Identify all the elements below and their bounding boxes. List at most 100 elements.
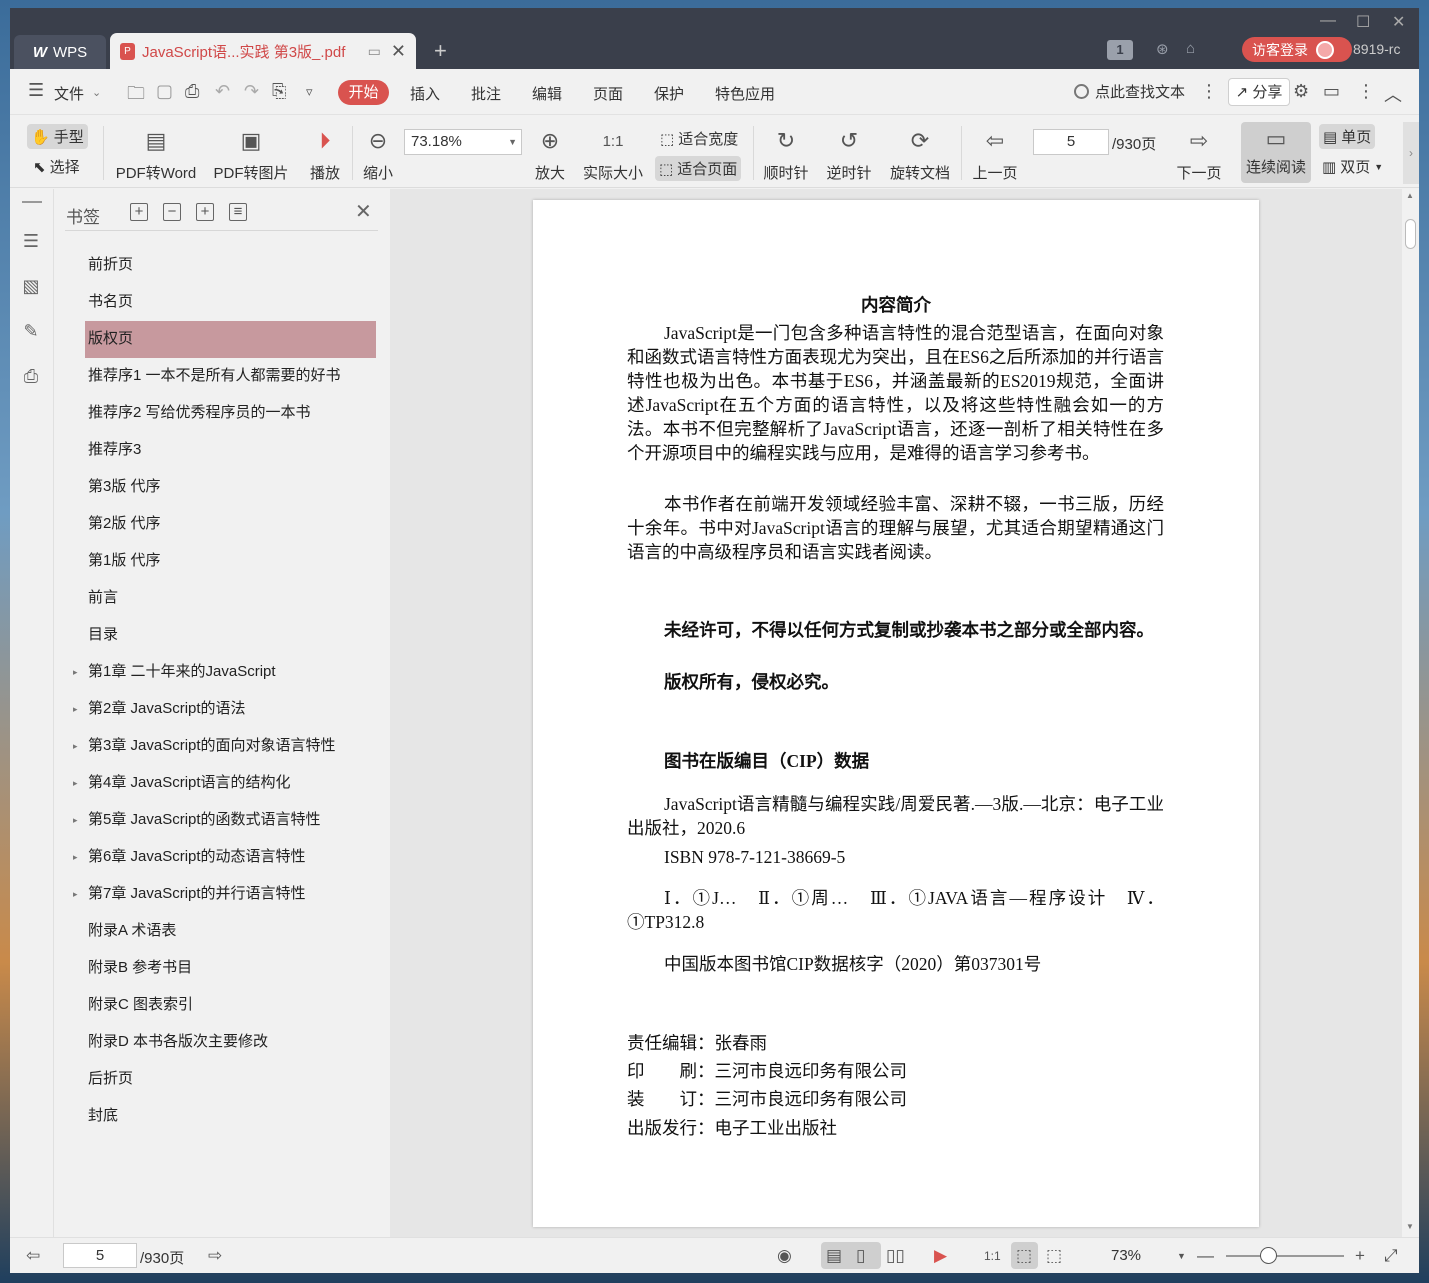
expand-all-icon[interactable]: + xyxy=(130,203,148,221)
expand-caret-icon[interactable]: ▸ xyxy=(73,654,78,690)
bookmark-item[interactable]: ▸ 第6章 JavaScript的动态语言特性 xyxy=(73,839,376,876)
more-dropdown-icon[interactable]: ▿ xyxy=(306,84,313,100)
zoom-level-select[interactable]: 73.18% ▼ xyxy=(404,129,522,155)
menu-file[interactable]: 文件 xyxy=(54,83,84,104)
arrow-left-icon[interactable]: ⇦ xyxy=(26,1246,40,1266)
zoom-slider-knob[interactable] xyxy=(1260,1247,1277,1264)
zoom-in-button[interactable]: ⊕ 放大 xyxy=(532,124,568,183)
save-icon[interactable]: ▢ xyxy=(156,81,173,102)
scroll-up-icon[interactable]: ▲ xyxy=(1406,191,1414,200)
bookmark-item[interactable]: 书名页 xyxy=(85,284,376,321)
bookmark-item[interactable]: ▸ 第4章 JavaScript语言的结构化 xyxy=(73,765,376,802)
bookmark-item[interactable]: 附录A 术语表 xyxy=(85,913,376,950)
add-bookmark-icon[interactable]: + xyxy=(196,203,214,221)
menu-page[interactable]: 页面 xyxy=(593,83,623,104)
double-page-button[interactable]: ▥ 双页 ▼ xyxy=(1322,156,1383,177)
zoom-slider[interactable] xyxy=(1226,1255,1344,1257)
bookmark-item[interactable]: 前言 xyxy=(85,580,376,617)
collapse-all-icon[interactable]: − xyxy=(163,203,181,221)
bookmark-item[interactable]: 推荐序2 写给优秀程序员的一本书 xyxy=(85,395,376,432)
expand-caret-icon[interactable]: ▸ xyxy=(73,728,78,764)
actual-size-button[interactable]: 1:1 实际大小 xyxy=(580,124,646,183)
arrow-right-icon[interactable]: ⇨ xyxy=(208,1246,222,1266)
page-number-input[interactable]: 5 xyxy=(1033,129,1109,155)
bookmark-item[interactable]: 附录B 参考书目 xyxy=(85,950,376,987)
expand-caret-icon[interactable]: ▸ xyxy=(73,765,78,801)
menu-start[interactable]: 开始 xyxy=(338,80,389,105)
play-button[interactable]: ⏵ 播放 xyxy=(306,124,344,183)
screen-icon[interactable]: ▭ xyxy=(368,43,381,60)
outline-icon[interactable]: ☰ xyxy=(21,231,41,251)
bookmark-item[interactable]: ▸ 第7章 JavaScript的并行语言特性 xyxy=(73,876,376,913)
fit-width-icon[interactable]: ⬚ xyxy=(1046,1246,1062,1266)
rotate-counterclockwise-button[interactable]: ↺ 逆时针 xyxy=(823,124,875,183)
hand-tool-button[interactable]: ✋ 手型 xyxy=(27,124,88,149)
document-tab[interactable]: P JavaScript语...实践 第3版_.pdf ▭ ✕ xyxy=(110,33,416,69)
zoom-minus-icon[interactable]: — xyxy=(1197,1246,1214,1266)
bookmark-item[interactable]: ▸ 第5章 JavaScript的函数式语言特性 xyxy=(73,802,376,839)
maximize-icon[interactable]: ☐ xyxy=(1356,12,1370,32)
double-view-icon[interactable]: ▯▯ xyxy=(886,1246,905,1266)
guest-login-button[interactable]: 访客登录 xyxy=(1242,37,1352,62)
open-folder-icon[interactable]: 🗀 xyxy=(127,81,145,111)
bookmark-item[interactable]: 推荐序3 xyxy=(85,432,376,469)
pdf-to-image-button[interactable]: ▣ PDF转图片 xyxy=(213,124,289,183)
status-page-input[interactable]: 5 xyxy=(63,1243,137,1268)
image-export-icon[interactable]: ⎙ xyxy=(21,366,41,386)
bookmark-item[interactable]: ▸ 第3章 JavaScript的面向对象语言特性 xyxy=(73,728,376,765)
annotation-icon[interactable]: ✎ xyxy=(21,321,41,341)
minimize-icon[interactable]: — xyxy=(1320,12,1336,30)
zoom-plus-icon[interactable]: + xyxy=(1355,1246,1365,1266)
window-count-badge[interactable]: 1 xyxy=(1107,40,1133,60)
comment-icon[interactable]: ▭ xyxy=(1323,81,1340,102)
rotate-clockwise-button[interactable]: ↻ 顺时针 xyxy=(760,124,812,183)
bookmark-item[interactable]: 目录 xyxy=(85,617,376,654)
bookmark-item[interactable]: ▸ 第2章 JavaScript的语法 xyxy=(73,691,376,728)
bookmark-item[interactable]: 前折页 xyxy=(85,247,376,284)
select-tool-button[interactable]: ⬉ 选择 xyxy=(33,156,80,177)
bookmark-item[interactable]: 版权页 xyxy=(85,321,376,358)
pdf-to-word-button[interactable]: ▤ PDF转Word xyxy=(114,124,198,183)
undo-icon[interactable]: ↶ xyxy=(215,81,230,102)
expand-caret-icon[interactable]: ▸ xyxy=(73,802,78,838)
expand-caret-icon[interactable]: ▸ xyxy=(73,839,78,875)
scroll-thumb[interactable] xyxy=(1405,219,1416,249)
ribbon-scroll-right-icon[interactable]: › xyxy=(1403,122,1419,184)
menu-insert[interactable]: 插入 xyxy=(410,83,440,104)
chevron-down-icon[interactable]: ▼ xyxy=(1177,1251,1186,1261)
menu-annotate[interactable]: 批注 xyxy=(471,83,501,104)
menu-edit[interactable]: 编辑 xyxy=(532,83,562,104)
gear-icon[interactable]: ⚙ xyxy=(1293,81,1309,102)
actual-size-icon[interactable]: 1:1 xyxy=(984,1249,1001,1263)
close-window-icon[interactable]: ✕ xyxy=(1392,12,1405,32)
skin-icon[interactable]: ⊛ xyxy=(1156,40,1169,58)
menu-protect[interactable]: 保护 xyxy=(654,83,684,104)
rotate-document-button[interactable]: ⟳ 旋转文档 xyxy=(886,124,954,183)
bookmark-settings-icon[interactable]: ≡ xyxy=(229,203,247,221)
bookmark-item[interactable]: 第3版 代序 xyxy=(85,469,376,506)
expand-caret-icon[interactable]: ▸ xyxy=(73,876,78,912)
next-page-button[interactable]: ⇨ 下一页 xyxy=(1175,124,1223,183)
more-vertical-icon[interactable]: ⋮ xyxy=(1200,81,1218,102)
single-page-button[interactable]: ▤ 单页 xyxy=(1319,124,1376,149)
menu-special[interactable]: 特色应用 xyxy=(715,83,775,104)
bookmark-item[interactable]: 附录C 图表索引 xyxy=(85,987,376,1024)
vertical-scrollbar[interactable]: ▲ ▼ xyxy=(1402,189,1419,1237)
play-icon[interactable]: ▶ xyxy=(934,1246,947,1266)
single-view-icon[interactable]: ▯ xyxy=(856,1246,865,1266)
fullscreen-icon[interactable]: ⤢ xyxy=(1384,1246,1398,1266)
expand-caret-icon[interactable]: ▸ xyxy=(73,691,78,727)
new-tab-plus-icon[interactable]: + xyxy=(434,38,447,64)
export-image-icon[interactable]: ⎘ xyxy=(272,81,286,102)
bookmark-item[interactable]: 封底 xyxy=(85,1098,376,1135)
bookmark-item[interactable]: 后折页 xyxy=(85,1061,376,1098)
thumbnail-icon[interactable]: ▧ xyxy=(21,276,41,296)
bookmark-item[interactable]: 第2版 代序 xyxy=(85,506,376,543)
bookmark-item[interactable]: ▸ 第1章 二十年来的JavaScript xyxy=(73,654,376,691)
more-options-icon[interactable]: ⋮ xyxy=(1357,81,1375,102)
close-panel-icon[interactable]: ✕ xyxy=(355,199,372,224)
collapse-ribbon-icon[interactable]: ︿ xyxy=(1384,81,1402,107)
find-text-search[interactable]: 点此查找文本 xyxy=(1074,81,1185,102)
bookmark-item[interactable]: 推荐序1 一本不是所有人都需要的好书 xyxy=(85,358,376,395)
hamburger-menu-icon[interactable]: ☰ xyxy=(28,80,44,101)
